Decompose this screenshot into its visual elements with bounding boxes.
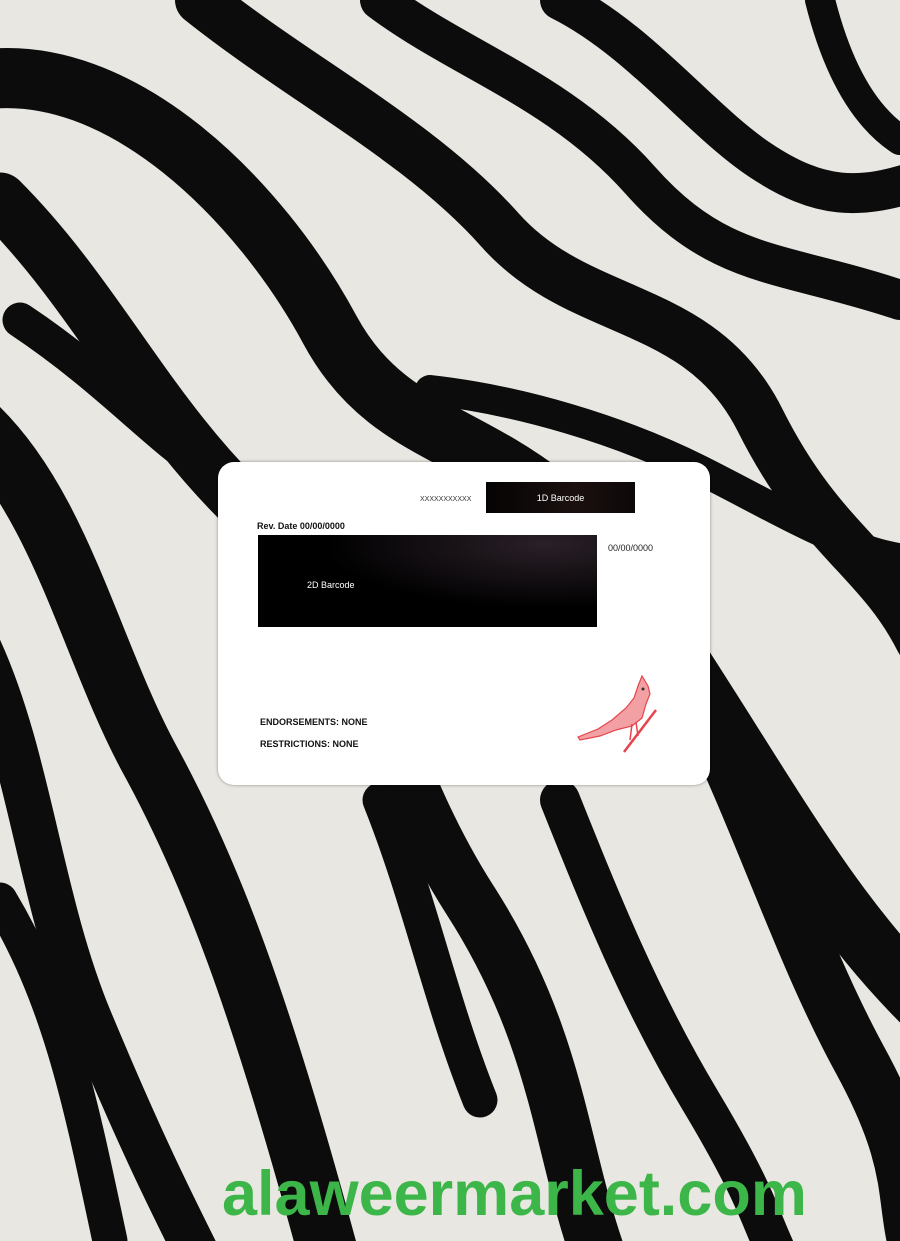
cardinal-bird-icon (577, 674, 657, 753)
watermark: alaweermarket.com (222, 1159, 807, 1229)
serial-number: XXXXXXXXXXX (420, 496, 472, 503)
barcode-2d-label: 2D Barcode (307, 580, 355, 590)
date-field: 00/00/0000 (608, 543, 654, 553)
barcode-1d-label: 1D Barcode (536, 492, 585, 503)
barcode-1d: 1D Barcode (486, 482, 635, 513)
restrictions: RESTRICTIONS: NONE (260, 739, 359, 749)
endorsements: ENDORSEMENTS: NONE (260, 717, 368, 727)
barcode-2d: 2D Barcode (258, 535, 597, 627)
rev-date: Rev. Date 00/00/0000 (257, 521, 345, 531)
id-card-back: XXXXXXXXXXX 1D Barcode Rev. Date 00/00/0… (218, 462, 710, 785)
